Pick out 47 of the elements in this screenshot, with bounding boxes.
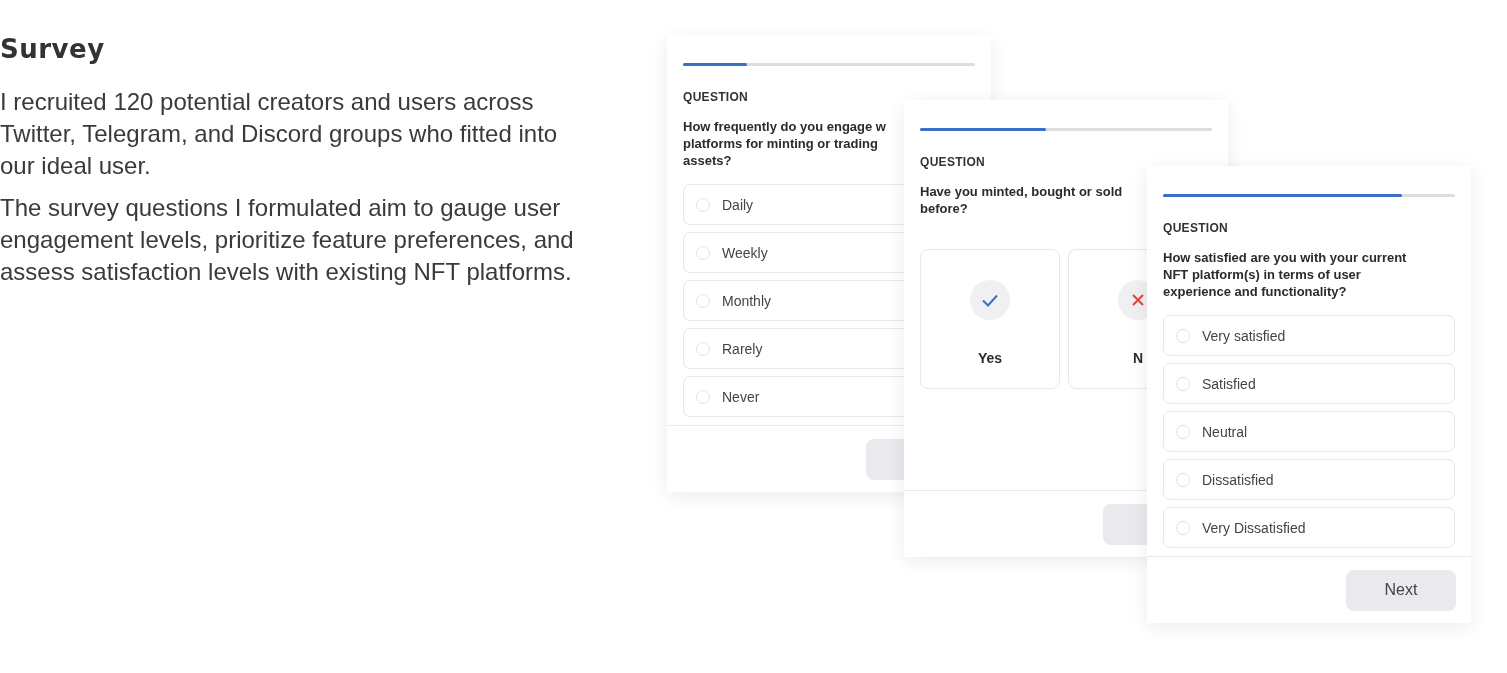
answer-choice[interactable]: Yes [920,249,1060,389]
radio-button[interactable] [696,245,710,260]
answer-option[interactable]: Satisfied [1163,363,1455,404]
answer-option[interactable]: Never [683,376,904,417]
answer-option[interactable]: Neutral [1163,411,1455,452]
section-title: Survey [0,34,106,64]
choice-label: N [1132,350,1144,366]
answer-option[interactable]: Weekly [683,232,904,273]
question-label: QUESTION [683,90,750,104]
option-label: Never [722,388,760,405]
radio-button[interactable] [1176,520,1190,535]
answer-option[interactable]: Daily [683,184,904,225]
radio-button[interactable] [696,389,710,404]
question-text: How satisfied are you with your current NFT platform(s) in terms of user experience and functionality? [1163,249,1407,300]
cross-icon [1118,280,1147,320]
option-label: Monthly [722,292,772,309]
option-label: Rarely [722,340,763,357]
option-label: Very Dissatisfied [1202,519,1306,536]
option-label: Weekly [722,244,768,261]
answer-option[interactable]: Very satisfied [1163,315,1455,356]
radio-button[interactable] [696,197,710,212]
next-button[interactable]: Next [1346,569,1456,611]
next-button[interactable] [1103,503,1147,545]
paragraph: The survey questions I formulated aim to gauge user engagement levels, prioritize feature preferences, and assess satisfaction levels with existing NFT platforms. [0,193,575,287]
answer-option[interactable]: Monthly [683,280,904,321]
option-label: Dissatisfied [1202,471,1274,488]
option-label: Very satisfied [1202,327,1286,344]
radio-button[interactable] [696,341,710,356]
check-icon [970,280,1010,320]
next-button[interactable] [866,438,904,480]
radio-button[interactable] [696,293,710,308]
question-text: Have you minted, bought or sold before? [920,183,1123,217]
question-label: QUESTION [1163,221,1230,235]
answer-option[interactable]: Dissatisfied [1163,459,1455,500]
paragraph: I recruited 120 potential creators and users across Twitter, Telegram, and Discord groups who fitted into our ideal user. [0,87,559,181]
question-label: QUESTION [920,155,987,169]
question-text: How frequently do you engage w platforms for minting or trading assets? [683,118,886,169]
option-label: Satisfied [1202,375,1256,392]
option-label: Daily [722,196,754,213]
answer-option[interactable]: Very Dissatisfied [1163,507,1455,548]
answer-option[interactable]: Rarely [683,328,904,369]
radio-button[interactable] [1176,472,1190,487]
option-label: Neutral [1202,423,1248,440]
radio-button[interactable] [1176,376,1190,391]
radio-button[interactable] [1176,424,1190,439]
radio-button[interactable] [1176,328,1190,343]
choice-label: Yes [977,350,1003,366]
